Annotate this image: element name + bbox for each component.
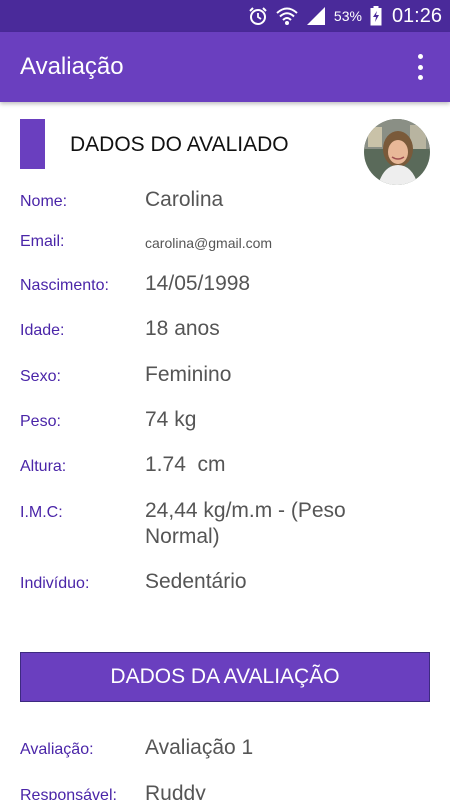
alarm-icon bbox=[249, 7, 267, 25]
overflow-menu-icon[interactable] bbox=[408, 54, 432, 80]
field-value-individuo: Sedentário bbox=[145, 570, 247, 593]
field-value-idade: 18 anos bbox=[145, 317, 220, 340]
field-label-avaliacao: Avaliação: bbox=[20, 741, 94, 758]
signal-icon bbox=[306, 7, 325, 25]
field-value-nascimento: 14/05/1998 bbox=[145, 272, 251, 295]
field-label-individuo: Indivíduo: bbox=[20, 575, 90, 592]
field-label-altura: Altura: bbox=[20, 458, 67, 475]
section-accent-bar bbox=[20, 119, 45, 169]
field-value-responsavel: Ruddy bbox=[145, 782, 206, 800]
field-label-responsavel: Responsável: bbox=[20, 787, 117, 800]
section-title-avaliado: DADOS DO AVALIADO bbox=[70, 133, 289, 156]
field-value-peso: 74 kg bbox=[145, 408, 197, 431]
app-bar: Avaliação bbox=[0, 32, 450, 102]
field-value-sexo: Feminino bbox=[145, 363, 232, 386]
battery-charging-icon bbox=[370, 6, 382, 26]
field-label-email: Email: bbox=[20, 233, 65, 250]
field-value-altura: 1.74 cm bbox=[145, 453, 226, 476]
section-title-avaliacao: DADOS DA AVALIAÇÃO bbox=[110, 665, 340, 688]
field-label-imc: I.M.C: bbox=[20, 504, 63, 521]
status-time: 01:26 bbox=[391, 4, 442, 27]
field-value-nome: Carolina bbox=[145, 188, 224, 211]
avatar[interactable] bbox=[364, 119, 430, 185]
field-value-avaliacao: Avaliação 1 bbox=[145, 736, 254, 759]
field-label-idade: Idade: bbox=[20, 322, 65, 339]
section-header-avaliacao: DADOS DA AVALIAÇÃO bbox=[20, 652, 430, 702]
battery-percent: 53% bbox=[333, 8, 362, 24]
field-label-sexo: Sexo: bbox=[20, 368, 61, 385]
field-label-nascimento: Nascimento: bbox=[20, 277, 109, 294]
avatar-photo bbox=[364, 119, 430, 185]
field-value-imc: 24,44 kg/m.m - (Peso Normal) bbox=[145, 499, 346, 548]
status-bar: 53% 01:26 bbox=[0, 0, 450, 32]
field-label-peso: Peso: bbox=[20, 413, 61, 430]
field-value-email: carolina@gmail.com bbox=[145, 235, 273, 251]
page-title: Avaliação bbox=[20, 53, 124, 80]
wifi-icon bbox=[276, 7, 298, 25]
field-label-nome: Nome: bbox=[20, 193, 68, 210]
